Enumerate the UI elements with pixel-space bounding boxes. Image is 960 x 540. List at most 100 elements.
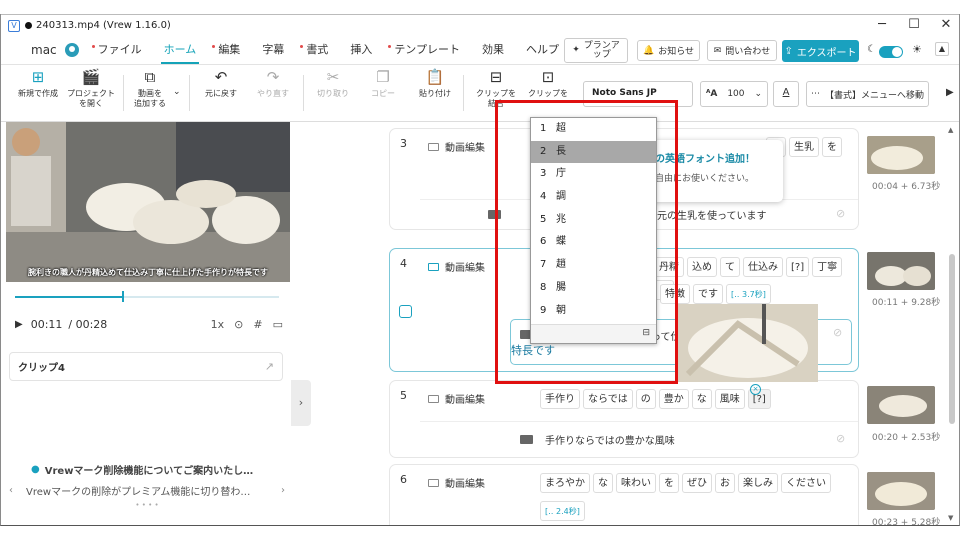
clip-checkbox[interactable] — [399, 305, 412, 318]
export-icon: ⇪ — [784, 45, 793, 57]
external-link-icon[interactable]: ↗ — [265, 360, 274, 373]
open-project-button[interactable]: 🎬 プロジェクト を開く — [63, 68, 119, 109]
undo-button[interactable]: ↶ 元に戻す — [199, 68, 243, 99]
menu-format[interactable]: 書式 — [295, 36, 339, 64]
plan-up-button[interactable]: ✦ プランアップ — [564, 38, 628, 63]
word-chip[interactable]: お — [715, 473, 735, 493]
title-bar: V 240313.mp4 (Vrew 1.16.0) ─ ☐ ✕ — [1, 14, 959, 36]
grid-icon[interactable]: # — [253, 318, 262, 331]
next-notice-icon[interactable]: › — [281, 485, 285, 496]
playhead-handle[interactable] — [122, 291, 124, 302]
subtitle-toggle-icon[interactable]: ▭ — [273, 318, 283, 331]
notice-title: Vrewマーク削除機能についてご案内いたし… — [44, 466, 254, 477]
word-chip[interactable]: 手作り — [540, 389, 580, 409]
menu-subtitle[interactable]: 字幕 — [251, 36, 295, 64]
theme-toggle[interactable] — [879, 46, 903, 58]
word-chip[interactable]: を — [822, 137, 842, 157]
scroll-down-icon[interactable]: ▼ — [948, 514, 953, 522]
word-chip[interactable]: な — [593, 473, 613, 493]
link-icon[interactable]: ⊘ — [836, 207, 845, 220]
silence-chip[interactable]: [‥ 2.4秒] — [540, 501, 585, 521]
scroll-up-icon[interactable]: ▲ — [948, 126, 953, 134]
word-chip[interactable]: まろやか — [540, 473, 590, 493]
link-icon[interactable]: ⊘ — [833, 326, 842, 339]
format-menu-button[interactable]: ⋯ 【書式】メニューへ移動 — [806, 81, 929, 107]
video-preview[interactable]: 腕利きの職人が丹精込めて仕込み丁寧に仕上げた手作りが特長です — [6, 122, 290, 282]
copy-button[interactable]: ❐ コピー — [361, 68, 405, 99]
link-icon[interactable]: ⊘ — [836, 432, 845, 445]
menu-help[interactable]: ヘルプ — [515, 36, 570, 64]
hover-preview-image — [678, 304, 818, 382]
word-chip[interactable]: 味わい — [616, 473, 656, 493]
subtitle-line[interactable]: 手作りならではの豊かな風味 — [520, 432, 675, 447]
plus-icon: ⊞ — [31, 68, 45, 86]
word-chip[interactable]: ください — [781, 473, 831, 493]
word-chip[interactable]: 風味 — [714, 389, 745, 409]
new-project-button[interactable]: ⊞ 新規で作成 — [15, 68, 61, 99]
word-chip[interactable]: 丁寧 — [812, 257, 843, 277]
menu-home[interactable]: ホーム — [153, 36, 208, 64]
word-chip[interactable]: て — [720, 257, 740, 277]
word-chip[interactable]: です — [693, 284, 723, 304]
vertical-scrollbar[interactable] — [949, 254, 955, 424]
clip-time: 00:23 + 5.28秒 — [872, 518, 941, 526]
mail-icon: ✉ — [713, 45, 722, 56]
word-chip[interactable]: 豊か — [658, 389, 689, 409]
video-clip-icon — [428, 262, 439, 271]
word-chip[interactable]: 生乳 — [789, 137, 819, 157]
menu-effects[interactable]: 効果 — [471, 36, 515, 64]
word-chip[interactable]: ぜひ — [682, 473, 712, 493]
font-size-select[interactable]: ᴬA 100 ⌄ — [700, 81, 768, 107]
word-chip[interactable]: 楽しみ — [738, 473, 778, 493]
maximize-button[interactable]: ☐ — [899, 14, 929, 36]
menu-insert[interactable]: 挿入 — [339, 36, 383, 64]
chevron-down-icon[interactable]: ⌄ — [173, 87, 181, 97]
prev-notice-icon[interactable]: ‹ — [9, 485, 13, 496]
clip-thumbnail[interactable] — [867, 386, 935, 424]
screenshot-icon[interactable]: ⊙ — [234, 318, 243, 331]
vrew-logo-icon: V — [8, 19, 20, 32]
redo-button[interactable]: ↷ やり直す — [251, 68, 295, 99]
paste-button[interactable]: 📋 貼り付け — [413, 68, 457, 99]
avatar-icon[interactable] — [64, 43, 79, 57]
font-color-button[interactable]: A — [773, 81, 799, 107]
clip-thumbnail[interactable] — [867, 252, 935, 290]
clip-label: 動画編集 — [428, 475, 485, 490]
cut-button[interactable]: ✂ 切り取り — [311, 68, 355, 99]
clip-info-card[interactable]: クリップ4 ↗ — [9, 352, 283, 381]
remove-chip-icon[interactable]: × — [750, 384, 761, 395]
clip-thumbnail[interactable] — [867, 472, 935, 510]
split-clip-button[interactable]: ⊡ クリップを — [525, 68, 571, 99]
add-video-button[interactable]: ⧉ 動画を 追加する — [127, 68, 173, 109]
word-chip[interactable]: [?] — [786, 257, 810, 277]
word-chip[interactable]: の — [635, 389, 656, 409]
collapse-panel-button[interactable]: › — [291, 380, 311, 426]
menu-file[interactable]: ファイル — [87, 36, 153, 64]
playback-progress[interactable] — [15, 296, 279, 298]
menu-edit[interactable]: 編集 — [207, 36, 251, 64]
contact-button[interactable]: ✉ 問い合わせ — [707, 40, 777, 61]
notice-banner[interactable]: ● Vrewマーク削除機能についてご案内いたし… ‹ Vrewマークの削除がプレ… — [9, 462, 285, 518]
silence-chip[interactable]: [‥ 3.7秒] — [726, 284, 771, 304]
word-chip[interactable]: 仕込み — [743, 257, 783, 277]
notifications-button[interactable]: 🔔 お知らせ — [637, 40, 700, 61]
clip-card-5[interactable]: 5 動画編集 手作り ならでは の 豊か な 風味 [?] × 手作りならではの… — [389, 380, 859, 458]
clip-thumbnail[interactable] — [867, 136, 935, 174]
word-chip[interactable]: ならでは — [583, 389, 633, 409]
menu-template[interactable]: テンプレート — [383, 36, 471, 64]
word-chip[interactable]: 込め — [687, 257, 717, 277]
close-button[interactable]: ✕ — [931, 14, 959, 36]
highlight-box — [495, 100, 678, 384]
clip-card-6[interactable]: 6 動画編集 まろやか な 味わい を ぜひ お 楽しみ ください [‥ 2.4… — [389, 464, 859, 525]
scroll-right-icon[interactable]: ▶ — [946, 87, 954, 98]
add-video-icon: ⧉ — [144, 68, 156, 86]
play-icon[interactable]: ▶ — [15, 319, 23, 330]
word-chip[interactable]: を — [659, 473, 679, 493]
export-button[interactable]: ⇪ エクスポート — [782, 40, 859, 62]
collapse-ribbon-icon[interactable]: ▲ — [935, 42, 949, 56]
notice-body: Vrewマークの削除がプレミアム機能に切り替わ… — [26, 487, 251, 498]
ribbon-toolbar: ⊞ 新規で作成 🎬 プロジェクト を開く ⧉ 動画を 追加する ⌄ ↶ 元に戻す… — [1, 64, 959, 122]
speed-button[interactable]: 1x — [211, 318, 225, 331]
word-chip[interactable]: な — [691, 389, 712, 409]
minimize-button[interactable]: ─ — [867, 14, 897, 36]
